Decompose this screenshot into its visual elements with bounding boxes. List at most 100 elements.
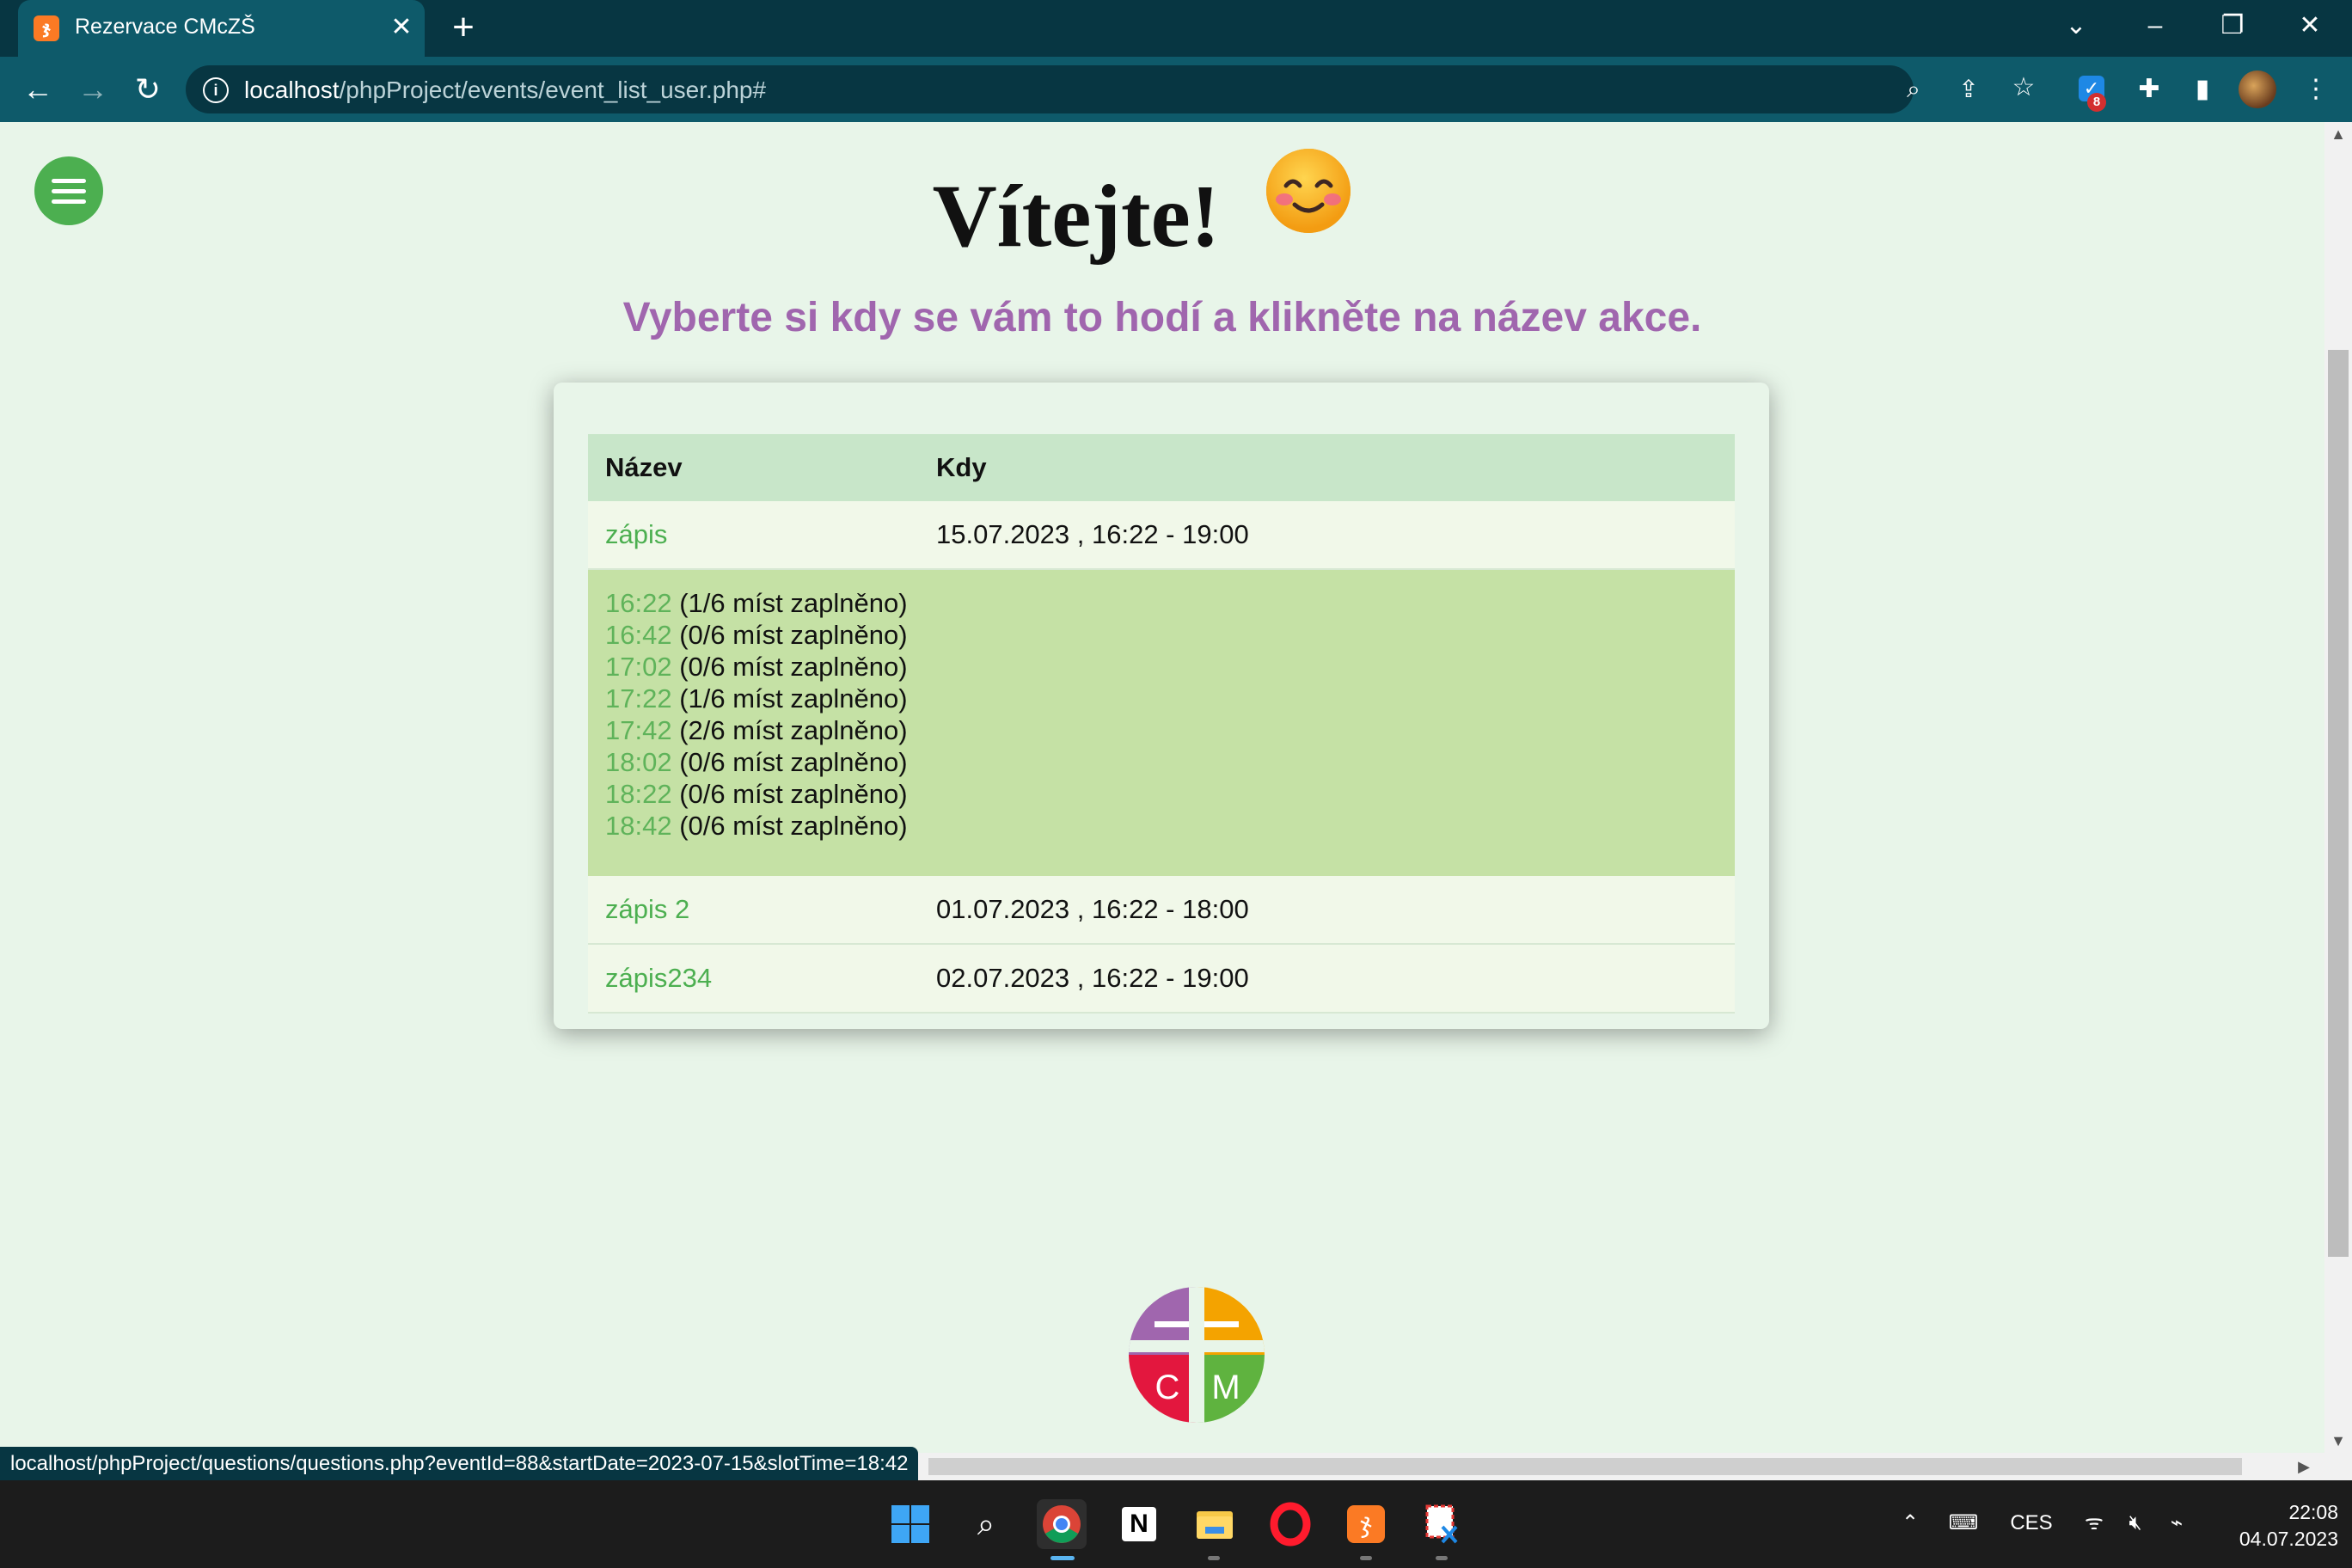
tab-title: Rezervace CMcZŠ [75,15,255,39]
scroll-up-arrow-icon[interactable]: ▲ [2324,122,2352,146]
logo-letter-m: M [1211,1369,1240,1406]
column-header-name: Název [588,434,919,501]
slot-time-link[interactable]: 18:42 [605,811,672,841]
zoom-search-icon[interactable]: ⌕ [1898,74,1929,105]
input-language-indicator[interactable]: CES [2003,1506,2060,1540]
slot-item: 17:02 (0/6 míst zaplněno) [605,651,1735,683]
link-status-bubble: localhost/phpProject/questions/questions… [0,1447,919,1481]
slot-capacity: (1/6 míst zaplněno) [671,588,908,618]
site-info-icon[interactable]: i [203,77,229,103]
slots-row: 16:22 (1/6 míst zaplněno) 16:42 (0/6 mís… [588,569,1735,876]
slot-item: 18:22 (0/6 míst zaplněno) [605,778,1735,810]
browser-title-bar: ჯ Rezervace CMcZŠ ✕ + ⌄ – ❐ ✕ [0,0,2352,57]
start-windows-icon[interactable] [885,1499,935,1549]
slot-item: 16:22 (1/6 míst zaplněno) [605,587,1735,619]
running-app-indicator [1208,1556,1220,1560]
event-name-link[interactable]: zápis [588,501,919,570]
slot-capacity: (0/6 míst zaplněno) [671,811,908,841]
event-date: 15.07.2023 , 16:22 - 19:00 [919,501,1735,570]
chrome-app-icon[interactable] [1037,1499,1087,1549]
column-header-when: Kdy [919,434,1735,501]
slot-capacity: (0/6 míst zaplněno) [671,747,908,777]
side-panel-icon[interactable]: ▮ [2187,74,2218,105]
slot-time-link[interactable]: 17:02 [605,652,672,682]
vertical-scroll-thumb[interactable] [2328,350,2349,1257]
table-row: zápis234 02.07.2023 , 16:22 - 19:00 [588,944,1735,1014]
slot-item: 17:22 (1/6 míst zaplněno) [605,683,1735,714]
address-url[interactable]: localhost/phpProject/events/event_list_u… [244,77,766,104]
search-icon[interactable]: ⌕ [961,1499,1011,1549]
page-content: Vítejte! Vyberte si kdy se vám to hodí a… [0,122,2324,1453]
opera-app-icon[interactable] [1265,1499,1315,1549]
windows-taskbar: ⌕ N ჯ ⌃ ⌨ CES ᯤ 🔇︎ ⌁ 22:08 04.07.2023 [0,1480,2352,1568]
keyboard-icon[interactable]: ⌨ [1946,1506,1981,1540]
forward-arrow-icon[interactable]: → [70,67,115,112]
time-slots-list: 16:22 (1/6 míst zaplněno) 16:42 (0/6 mís… [588,569,1735,876]
table-row: zápis 15.07.2023 , 16:22 - 19:00 [588,501,1735,570]
notion-app-icon[interactable]: N [1122,1507,1156,1541]
scroll-right-arrow-icon[interactable]: ▶ [2292,1455,2316,1479]
scrollbar-corner [2324,1453,2352,1480]
vertical-scrollbar[interactable]: ▲ ▼ [2324,122,2352,1453]
slot-time-link[interactable]: 17:42 [605,715,672,745]
horizontal-scroll-thumb[interactable] [928,1458,2242,1475]
volume-muted-icon[interactable]: 🔇︎ [2120,1506,2151,1540]
event-date: 01.07.2023 , 16:22 - 18:00 [919,876,1735,945]
slot-capacity: (2/6 míst zaplněno) [671,715,908,745]
restore-button[interactable]: ❐ [2194,0,2271,52]
cm-logo: C M [1129,1287,1265,1423]
active-app-indicator [1050,1556,1075,1560]
clock-date: 04.07.2023 [2239,1528,2338,1550]
xampp-favicon-icon: ჯ [34,15,59,41]
share-icon[interactable]: ⇪ [1953,74,1984,105]
table-header-row: Název Kdy [588,434,1735,501]
event-name-link[interactable]: zápis234 [588,944,919,1014]
smiling-face-emoji-icon [1266,149,1351,233]
page-title: Vítejte! [932,167,1221,266]
slot-item: 18:42 (0/6 míst zaplněno) [605,810,1735,842]
slot-time-link[interactable]: 16:22 [605,588,672,618]
event-date: 02.07.2023 , 16:22 - 19:00 [919,944,1735,1014]
table-row: zápis 2 01.07.2023 , 16:22 - 18:00 [588,876,1735,945]
slot-time-link[interactable]: 18:02 [605,747,672,777]
extensions-puzzle-icon[interactable]: ✚ [2134,74,2165,105]
reload-icon[interactable]: ↻ [126,67,170,112]
slot-time-link[interactable]: 18:22 [605,779,672,809]
events-card: Název Kdy zápis 15.07.2023 , 16:22 - 19:… [554,383,1769,1029]
slot-capacity: (0/6 míst zaplněno) [671,779,908,809]
slot-item: 18:02 (0/6 míst zaplněno) [605,746,1735,778]
slot-time-link[interactable]: 16:42 [605,620,672,650]
running-app-indicator [1360,1556,1372,1560]
tab-close-icon[interactable]: ✕ [386,12,417,43]
browser-tab-active[interactable]: ჯ Rezervace CMcZŠ ✕ [18,0,425,57]
slot-item: 17:42 (2/6 míst zaplněno) [605,714,1735,746]
running-app-indicator [1436,1556,1448,1560]
tab-search-chevron-icon[interactable]: ⌄ [2037,0,2115,52]
slot-capacity: (0/6 míst zaplněno) [671,652,908,682]
slot-time-link[interactable]: 17:22 [605,683,672,714]
slot-capacity: (1/6 míst zaplněno) [671,683,908,714]
profile-avatar[interactable] [2239,70,2276,108]
battery-charging-icon[interactable]: ⌁ [2161,1506,2192,1540]
slot-item: 16:42 (0/6 míst zaplněno) [605,619,1735,651]
minimize-button[interactable]: – [2116,0,2194,52]
logo-letter-c: C [1155,1369,1180,1406]
clock-time: 22:08 [2288,1501,2338,1523]
snipping-tool-icon[interactable] [1417,1499,1467,1549]
bookmark-star-icon[interactable]: ☆ [2008,72,2039,103]
address-bar[interactable]: i localhost/phpProject/events/event_list… [186,65,1979,113]
file-explorer-icon[interactable] [1190,1499,1240,1549]
close-window-button[interactable]: ✕ [2271,0,2349,52]
taskbar-clock[interactable]: 22:08 04.07.2023 [2201,1499,2338,1553]
browser-menu-icon[interactable]: ⋮ [2300,74,2331,105]
slot-capacity: (0/6 míst zaplněno) [671,620,908,650]
wifi-icon[interactable]: ᯤ [2079,1506,2110,1540]
browser-toolbar: ← → ↻ i localhost/phpProject/events/even… [0,57,2352,122]
new-tab-button[interactable]: + [445,9,481,46]
scroll-down-arrow-icon[interactable]: ▼ [2324,1429,2352,1453]
back-arrow-icon[interactable]: ← [15,67,60,112]
extension-badge: 8 [2087,93,2106,112]
event-name-link[interactable]: zápis 2 [588,876,919,945]
xampp-app-icon[interactable]: ჯ [1347,1505,1385,1543]
show-hidden-icons-chevron-icon[interactable]: ⌃ [1895,1506,1926,1540]
